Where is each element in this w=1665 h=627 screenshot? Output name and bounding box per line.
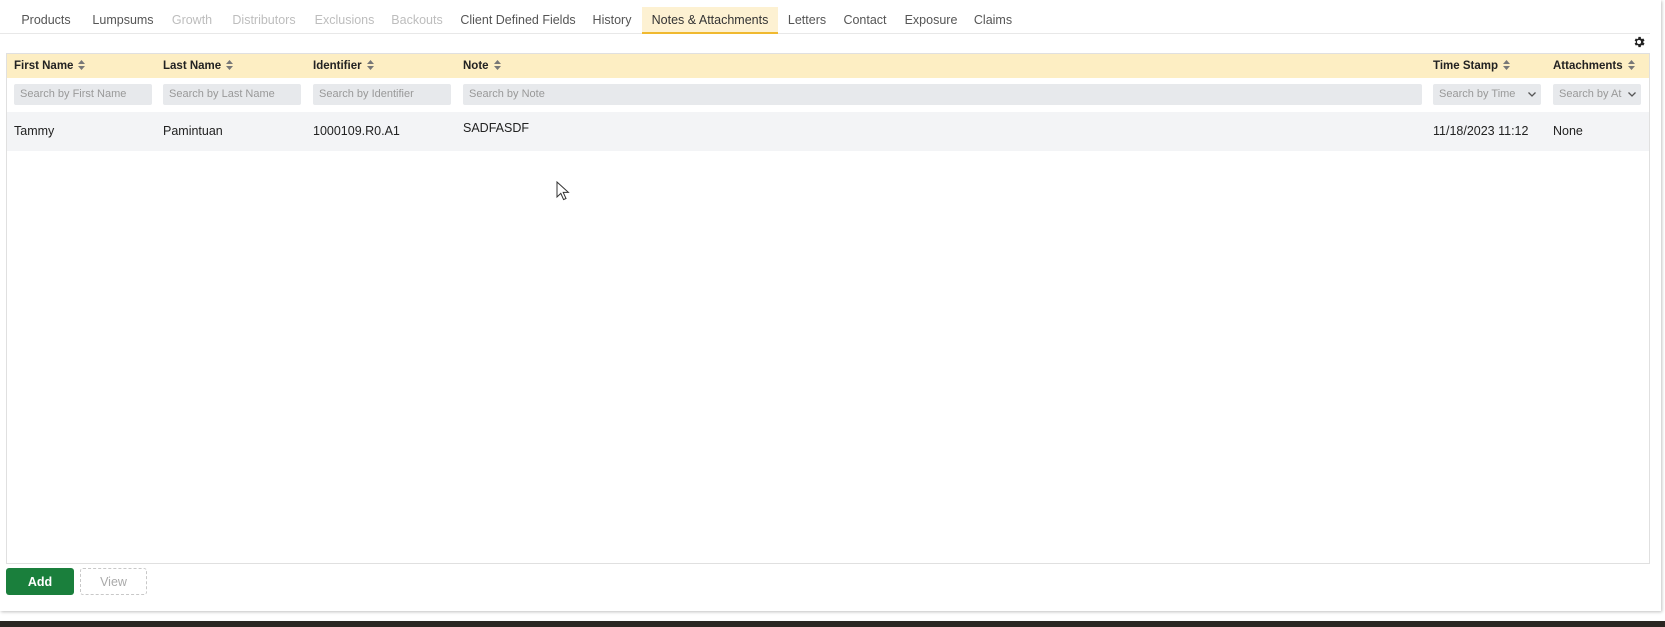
gear-icon[interactable] <box>1632 35 1646 49</box>
tab-exclusions: Exclusions <box>314 13 375 27</box>
identifier-filter-input[interactable]: Search by Identifier <box>313 84 451 105</box>
sort-icon[interactable] <box>1502 59 1510 70</box>
add-button[interactable]: Add <box>6 568 74 595</box>
tab-exposure[interactable]: Exposure <box>899 7 963 34</box>
sort-icon[interactable] <box>78 59 86 70</box>
column-header-label: Note <box>463 60 489 72</box>
column-header-label: Identifier <box>313 60 362 72</box>
grid-header: First Name Last Name Identifier Note Tim… <box>7 54 1649 78</box>
cell-last-name: Pamintuan <box>163 124 223 138</box>
sort-icon[interactable] <box>1627 59 1635 70</box>
tab-backouts: Backouts <box>391 13 443 27</box>
tab-products[interactable]: Products <box>14 7 78 34</box>
table-row[interactable]: Tammy Pamintuan 1000109.R0.A1 SADFASDF 1… <box>7 112 1649 151</box>
time-stamp-filter-placeholder: Search by Time <box>1439 88 1516 100</box>
attachments-filter-select[interactable]: Search by At <box>1553 84 1641 105</box>
first-name-filter-input[interactable]: Search by First Name <box>14 84 152 105</box>
notes-grid: First Name Last Name Identifier Note Tim… <box>6 53 1650 564</box>
tab-letters[interactable]: Letters <box>783 7 831 34</box>
cell-identifier: 1000109.R0.A1 <box>313 124 400 138</box>
tab-contact[interactable]: Contact <box>836 7 894 34</box>
filter-row: Search by First Name Search by Last Name… <box>7 78 1649 112</box>
column-header-attachments[interactable]: Attachments <box>1553 54 1635 78</box>
notes-panel: Products Lumpsums Growth Distributors Ex… <box>0 0 1661 611</box>
sort-icon[interactable] <box>226 59 234 70</box>
column-header-time-stamp[interactable]: Time Stamp <box>1433 54 1510 78</box>
tab-notes-attachments[interactable]: Notes & Attachments <box>642 7 778 34</box>
column-header-first-name[interactable]: First Name <box>14 54 86 78</box>
time-stamp-filter-select[interactable]: Search by Time <box>1433 84 1541 105</box>
tab-history[interactable]: History <box>587 7 637 34</box>
tab-lumpsums[interactable]: Lumpsums <box>84 7 162 34</box>
cell-attachments: None <box>1553 124 1583 138</box>
tab-client-defined-fields[interactable]: Client Defined Fields <box>454 7 582 34</box>
column-header-label: Attachments <box>1553 60 1623 72</box>
sort-icon[interactable] <box>366 59 374 70</box>
column-header-label: Last Name <box>163 60 222 72</box>
tab-claims[interactable]: Claims <box>968 7 1018 34</box>
tab-growth: Growth <box>171 13 213 27</box>
sort-icon[interactable] <box>493 59 501 70</box>
cell-time-stamp: 11/18/2023 11:12 <box>1433 124 1529 138</box>
column-header-label: Time Stamp <box>1433 60 1498 72</box>
cell-first-name: Tammy <box>14 124 55 138</box>
view-button[interactable]: View <box>80 568 147 595</box>
chevron-down-icon <box>1528 92 1536 97</box>
chevron-down-icon <box>1628 92 1636 97</box>
column-header-note[interactable]: Note <box>463 54 501 78</box>
column-header-last-name[interactable]: Last Name <box>163 54 234 78</box>
attachments-filter-placeholder: Search by At <box>1559 88 1622 100</box>
taskbar-strip <box>0 621 1665 627</box>
last-name-filter-input[interactable]: Search by Last Name <box>163 84 301 105</box>
column-header-label: First Name <box>14 60 74 72</box>
cell-note: SADFASDF <box>463 121 529 135</box>
tab-distributors: Distributors <box>232 13 296 27</box>
tab-bar: Products Lumpsums Growth Distributors Ex… <box>0 7 1650 34</box>
column-header-identifier[interactable]: Identifier <box>313 54 374 78</box>
note-filter-input[interactable]: Search by Note <box>463 84 1422 105</box>
mouse-cursor-icon <box>556 181 570 201</box>
